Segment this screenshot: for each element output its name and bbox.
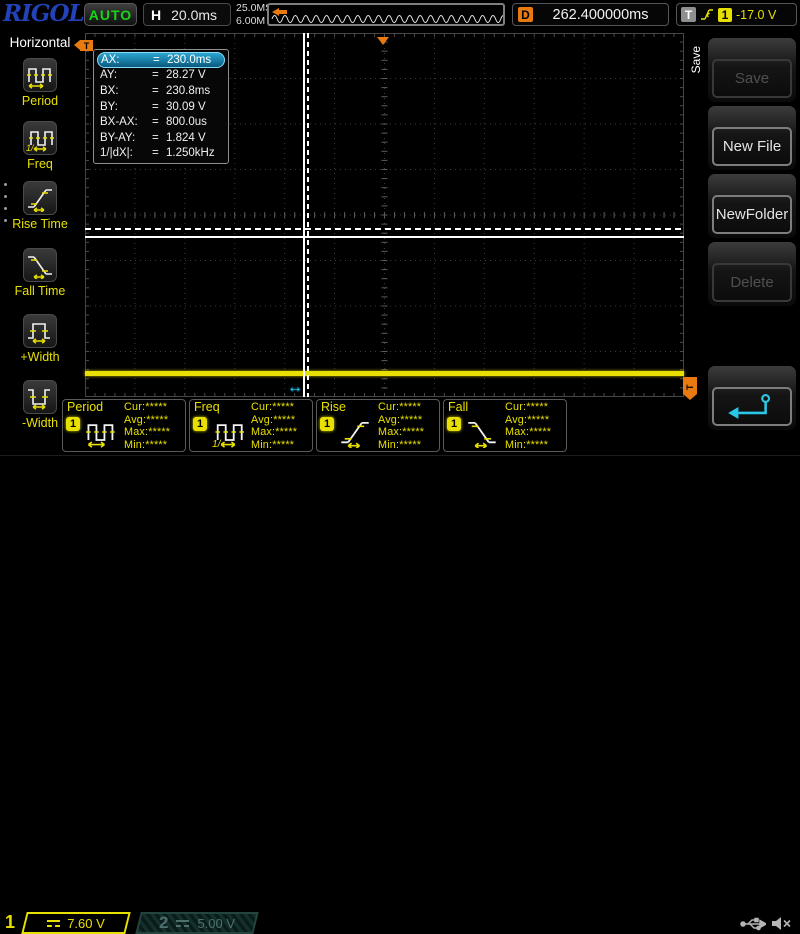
fall-time-icon xyxy=(468,421,496,448)
usb-icon xyxy=(740,917,766,931)
sidebar-item-rise-time[interactable]: Rise Time xyxy=(0,181,80,231)
rise-time-icon xyxy=(28,189,52,212)
trigger-source-badge: 1 xyxy=(718,7,732,22)
sidebar-item-plus-width[interactable]: +Width xyxy=(0,314,80,364)
cursor-row-by: BY: = 30.09 V xyxy=(100,100,206,113)
channel-1-scale: 7.60 V xyxy=(67,915,105,931)
cursor-row-by-ay: BY-AY: = 1.824 V xyxy=(100,131,206,144)
scroll-dot xyxy=(4,219,7,222)
top-status-bar: RIGOL AUTO H 20.0ms 25.0MSa/s 6.00M pts … xyxy=(0,0,800,30)
cursor-readout-panel: AX: = 230.0ms AY: = 28.27 V BX: = 230.8ms BY: =… xyxy=(93,49,229,165)
trigger-position-marker[interactable] xyxy=(377,37,389,45)
svg-text:T: T xyxy=(685,384,695,390)
softkey-return[interactable] xyxy=(708,366,796,430)
scroll-dot xyxy=(4,183,7,186)
trigger-level-value: -17.0 V xyxy=(736,7,777,22)
source-badge: 1 xyxy=(193,417,207,431)
minus-width-icon xyxy=(28,389,50,410)
source-badge: 1 xyxy=(447,417,461,431)
softkey-new-folder[interactable]: NewFolder xyxy=(708,174,796,238)
measurement-panel-rise[interactable]: Rise 1 Cur:***** Avg:***** Max:***** Min… xyxy=(316,399,440,452)
sidebar-item-label: Rise Time xyxy=(12,217,68,231)
sidebar-item-period[interactable]: Period xyxy=(0,58,80,108)
sidebar-item-fall-time[interactable]: Fall Time xyxy=(0,248,80,298)
svg-text:1/: 1/ xyxy=(212,439,222,448)
ch1-trace xyxy=(85,371,684,376)
menu-tab-save: Save xyxy=(689,46,703,74)
cursor-ay-line[interactable] xyxy=(85,236,684,238)
channel-2-tab[interactable]: 2 5.00 V xyxy=(135,912,259,934)
freq-icon: 1/ xyxy=(212,424,244,448)
cursor-row-bx-ax: BX-AX: = 800.0us xyxy=(100,116,207,129)
period-icon xyxy=(27,68,52,89)
cursor-ax-line[interactable] xyxy=(303,33,305,397)
sidebar-title: Horizontal xyxy=(9,35,71,50)
trigger-delay-box[interactable]: D 262.400000ms xyxy=(512,3,669,26)
freq-icon: 1/ xyxy=(26,131,54,152)
sidebar-item-label: Period xyxy=(21,94,59,108)
trigger-position-offscreen-marker[interactable]: T xyxy=(74,40,93,51)
measurement-panel-fall[interactable]: Fall 1 Cur:***** Avg:***** Max:***** Min… xyxy=(443,399,567,452)
delay-badge: D xyxy=(518,7,533,22)
dc-coupling-icon xyxy=(47,919,61,927)
cursor-row-ax: AX: = 230.0ms xyxy=(97,52,225,68)
cursor-row-bx: BX: = 230.8ms xyxy=(100,84,211,97)
source-badge: 1 xyxy=(320,417,334,431)
preview-waveform-icon xyxy=(271,15,503,23)
rise-time-icon xyxy=(341,421,369,448)
source-badge: 1 xyxy=(66,417,80,431)
speaker-muted-icon xyxy=(772,917,791,930)
channel-1-tab[interactable]: 7.60 V xyxy=(21,912,131,934)
h-label: H xyxy=(151,6,162,23)
trigger-badge: T xyxy=(681,7,696,22)
trigger-status-box[interactable]: T 1 -17.0 V xyxy=(676,3,797,26)
cursor-row-inverse-dx: 1/|dX|: = 1.250kHz xyxy=(100,147,215,160)
sidebar-item-freq[interactable]: 1/ Freq xyxy=(0,121,80,171)
rigol-logo: RIGOL xyxy=(3,0,85,27)
return-arrow-icon xyxy=(728,393,771,419)
scroll-dot xyxy=(4,195,7,198)
period-icon xyxy=(86,424,115,448)
timebase-value: 20.0ms xyxy=(171,6,218,23)
cursor-move-arrows[interactable]: ↔ xyxy=(287,379,303,397)
cursor-bx-line[interactable] xyxy=(307,33,309,397)
measurement-panel-freq[interactable]: Freq 1 1/ Cur:***** Avg:***** Max:***** … xyxy=(189,399,313,452)
cursor-by-line[interactable] xyxy=(85,228,684,230)
run-state-badge: AUTO xyxy=(84,3,137,26)
graticule: ↔ T T AX: = 230.0ms AY: = 28.27 V BX: = 230.8m… xyxy=(74,33,697,400)
channel-status-bar: 1 7.60 V 2 5.00 V xyxy=(0,455,800,934)
cursor-row-ay: AY: = 28.27 V xyxy=(100,69,206,82)
channel-1-number: 1 xyxy=(5,912,16,932)
sidebar-item-label: Fall Time xyxy=(14,284,66,298)
rising-edge-icon xyxy=(701,9,713,20)
softkey-new-file[interactable]: New File xyxy=(708,106,796,170)
sidebar-item-label: Freq xyxy=(27,157,53,171)
sidebar-item-label: +Width xyxy=(20,350,60,364)
channel-2-number: 2 xyxy=(158,913,169,932)
waveform-preview[interactable] xyxy=(267,3,505,26)
channel-2-scale: 5.00 V xyxy=(197,915,236,931)
plus-width-icon xyxy=(28,323,50,344)
softkey-save[interactable]: Save xyxy=(708,38,796,102)
scroll-dot xyxy=(4,207,7,210)
fall-time-icon xyxy=(28,256,52,279)
dc-coupling-icon xyxy=(176,919,190,927)
horizontal-timebase-box[interactable]: H 20.0ms xyxy=(143,3,231,26)
measurement-panel-period[interactable]: Period 1 Cur:***** Avg:***** Max:***** M… xyxy=(62,399,186,452)
delay-value: 262.400000ms xyxy=(552,6,649,23)
svg-text:1/: 1/ xyxy=(26,143,35,152)
trigger-level-marker[interactable]: T xyxy=(683,377,698,401)
softkey-delete[interactable]: Delete xyxy=(708,242,796,306)
